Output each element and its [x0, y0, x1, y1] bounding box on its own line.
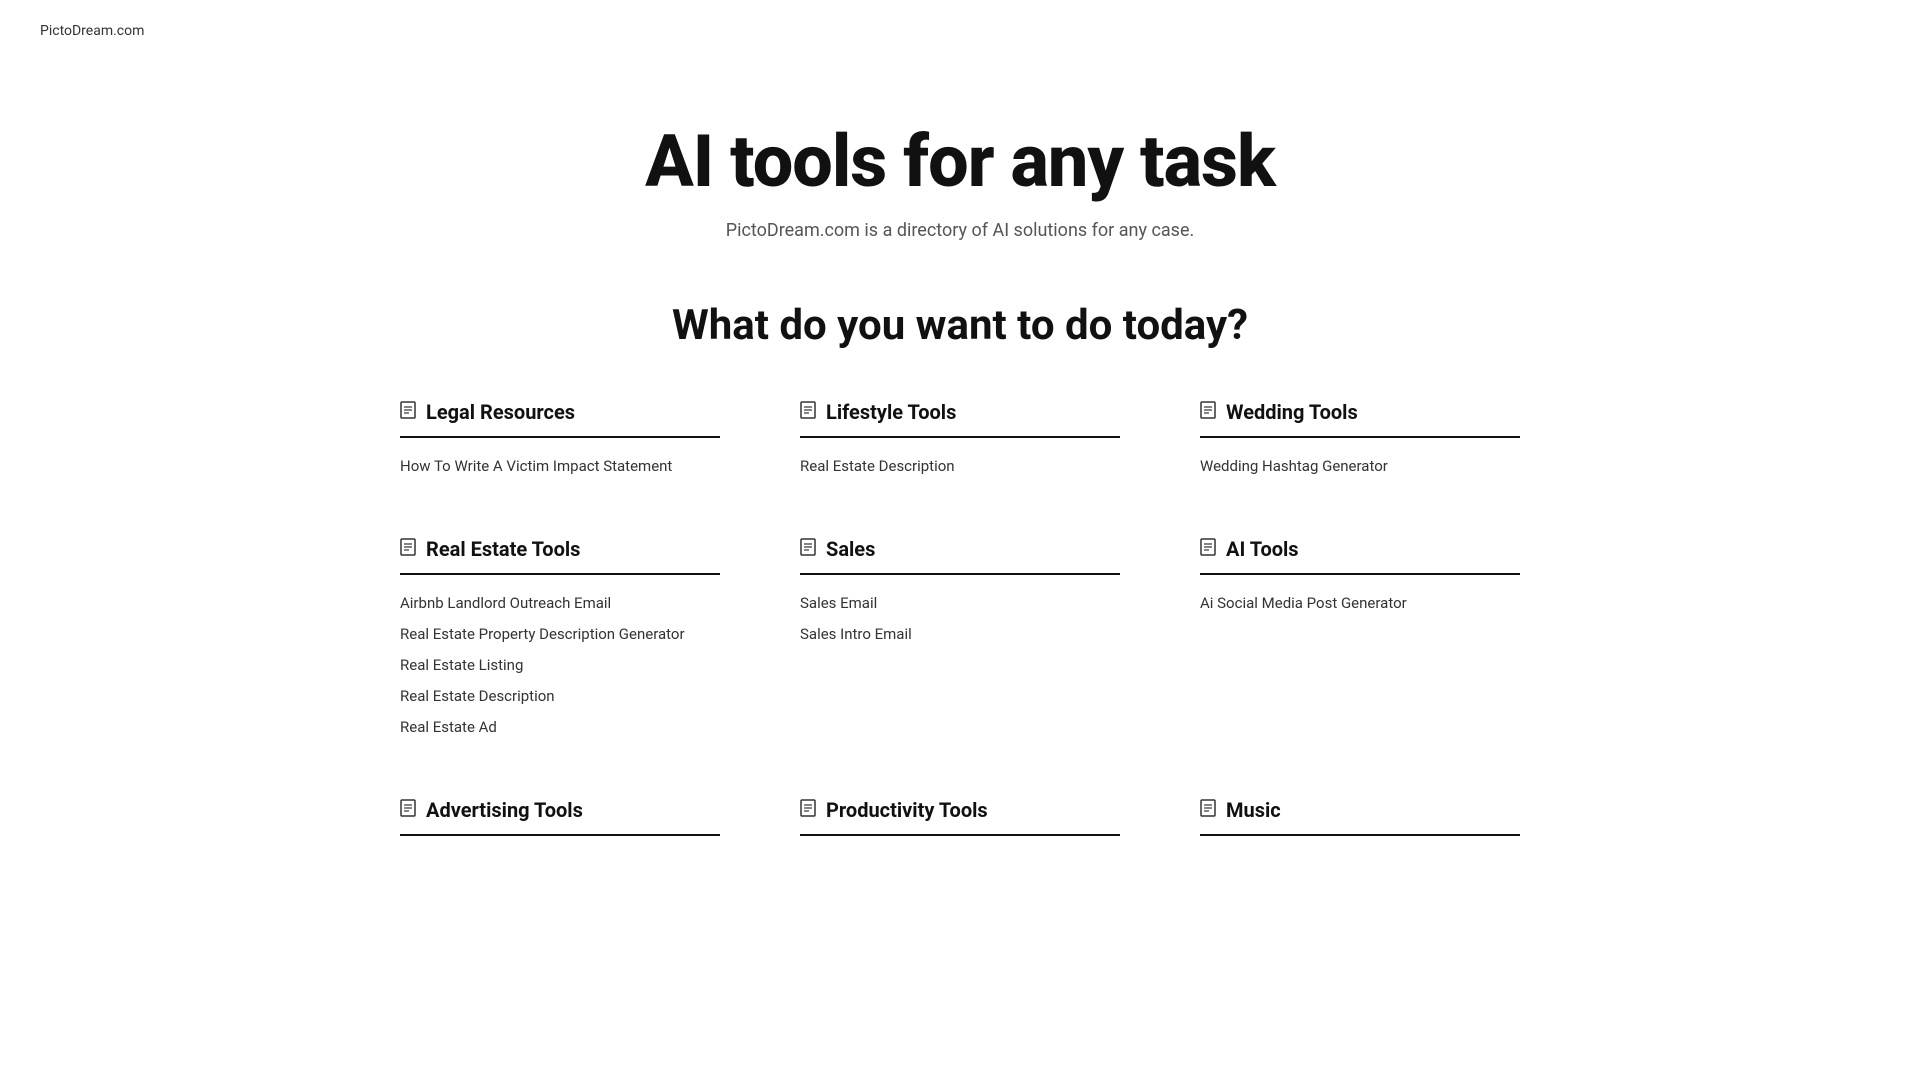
- hero-title: AI tools for any task: [20, 119, 1900, 204]
- site-header: PictoDream.com: [0, 0, 1920, 59]
- section-heading: What do you want to do today?: [400, 301, 1520, 350]
- category-name-lifestyle-tools: Lifestyle Tools: [826, 400, 956, 424]
- category-divider-wedding-tools: [1200, 436, 1520, 438]
- category-name-sales: Sales: [826, 537, 875, 561]
- category-links-lifestyle-tools: Real Estate Description: [800, 456, 1120, 477]
- category-divider-legal-resources: [400, 436, 720, 438]
- hero-subtitle: PictoDream.com is a directory of AI solu…: [20, 220, 1900, 241]
- category-block-real-estate-tools: Real Estate Tools Airbnb Landlord Outreac…: [400, 537, 720, 738]
- category-divider-ai-tools: [1200, 573, 1520, 575]
- category-links-real-estate-tools: Airbnb Landlord Outreach Email Real Estat…: [400, 593, 720, 738]
- category-block-lifestyle-tools: Lifestyle Tools Real Estate Description: [800, 400, 1120, 477]
- category-divider-real-estate-tools: [400, 573, 720, 575]
- category-divider-lifestyle-tools: [800, 436, 1120, 438]
- category-name-legal-resources: Legal Resources: [426, 400, 575, 424]
- category-icon-music: [1200, 799, 1216, 821]
- category-icon-real-estate-tools: [400, 538, 416, 560]
- category-link[interactable]: Sales Email: [800, 593, 1120, 614]
- category-divider-music: [1200, 834, 1520, 836]
- category-name-productivity-tools: Productivity Tools: [826, 798, 988, 822]
- category-name-wedding-tools: Wedding Tools: [1226, 400, 1358, 424]
- category-block-legal-resources: Legal Resources How To Write A Victim Imp…: [400, 400, 720, 477]
- main-content: What do you want to do today? Legal Reso…: [360, 281, 1560, 914]
- category-header-productivity-tools: Productivity Tools: [800, 798, 1120, 822]
- category-icon-sales: [800, 538, 816, 560]
- category-icon-legal-resources: [400, 401, 416, 423]
- category-link[interactable]: Real Estate Description: [800, 456, 1120, 477]
- category-icon-lifestyle-tools: [800, 401, 816, 423]
- category-divider-sales: [800, 573, 1120, 575]
- category-divider-advertising-tools: [400, 834, 720, 836]
- category-link[interactable]: Ai Social Media Post Generator: [1200, 593, 1520, 614]
- categories-grid: Legal Resources How To Write A Victim Imp…: [400, 400, 1520, 854]
- category-icon-wedding-tools: [1200, 401, 1216, 423]
- category-header-wedding-tools: Wedding Tools: [1200, 400, 1520, 424]
- category-link[interactable]: How To Write A Victim Impact Statement: [400, 456, 720, 477]
- category-icon-productivity-tools: [800, 799, 816, 821]
- category-header-lifestyle-tools: Lifestyle Tools: [800, 400, 1120, 424]
- category-icon-advertising-tools: [400, 799, 416, 821]
- category-links-ai-tools: Ai Social Media Post Generator: [1200, 593, 1520, 614]
- category-name-ai-tools: AI Tools: [1226, 537, 1299, 561]
- category-links-legal-resources: How To Write A Victim Impact Statement: [400, 456, 720, 477]
- category-links-wedding-tools: Wedding Hashtag Generator: [1200, 456, 1520, 477]
- category-name-real-estate-tools: Real Estate Tools: [426, 537, 580, 561]
- category-name-music: Music: [1226, 798, 1281, 822]
- category-header-sales: Sales: [800, 537, 1120, 561]
- category-block-advertising-tools: Advertising Tools: [400, 798, 720, 854]
- category-block-music: Music: [1200, 798, 1520, 854]
- category-link[interactable]: Airbnb Landlord Outreach Email: [400, 593, 720, 614]
- category-link[interactable]: Real Estate Ad: [400, 717, 720, 738]
- category-links-sales: Sales Email Sales Intro Email: [800, 593, 1120, 645]
- hero-section: AI tools for any task PictoDream.com is …: [0, 59, 1920, 281]
- category-block-sales: Sales Sales Email Sales Intro Email: [800, 537, 1120, 738]
- category-link[interactable]: Wedding Hashtag Generator: [1200, 456, 1520, 477]
- category-link[interactable]: Real Estate Property Description Generat…: [400, 624, 720, 645]
- category-name-advertising-tools: Advertising Tools: [426, 798, 583, 822]
- category-header-ai-tools: AI Tools: [1200, 537, 1520, 561]
- category-link[interactable]: Real Estate Listing: [400, 655, 720, 676]
- category-block-productivity-tools: Productivity Tools: [800, 798, 1120, 854]
- category-header-legal-resources: Legal Resources: [400, 400, 720, 424]
- category-header-music: Music: [1200, 798, 1520, 822]
- category-link[interactable]: Real Estate Description: [400, 686, 720, 707]
- site-logo[interactable]: PictoDream.com: [40, 23, 144, 39]
- category-icon-ai-tools: [1200, 538, 1216, 560]
- category-header-advertising-tools: Advertising Tools: [400, 798, 720, 822]
- category-block-ai-tools: AI Tools Ai Social Media Post Generator: [1200, 537, 1520, 738]
- category-link[interactable]: Sales Intro Email: [800, 624, 1120, 645]
- category-block-wedding-tools: Wedding Tools Wedding Hashtag Generator: [1200, 400, 1520, 477]
- category-divider-productivity-tools: [800, 834, 1120, 836]
- category-header-real-estate-tools: Real Estate Tools: [400, 537, 720, 561]
